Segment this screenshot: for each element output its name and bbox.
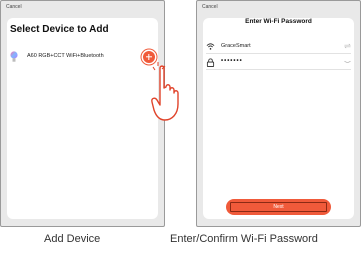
wifi-password-field[interactable]: •••••••: [206, 57, 351, 70]
eye-hidden-icon[interactable]: [344, 59, 351, 65]
device-name: A60 RGB+CCT WiFi+Bluetooth: [27, 53, 104, 59]
cancel-link[interactable]: Cancel: [202, 4, 218, 10]
device-list-item[interactable]: A60 RGB+CCT WiFi+Bluetooth: [10, 51, 155, 63]
wifi-password-caption: Enter/Confirm Wi-Fi Password: [170, 233, 318, 245]
wifi-icon: [206, 43, 215, 50]
next-button[interactable]: Next: [227, 200, 330, 214]
wifi-network-name: GraceSmart: [221, 43, 251, 49]
add-device-caption: Add Device: [44, 233, 101, 245]
wifi-password-value: •••••••: [221, 58, 243, 64]
lock-icon: [206, 58, 215, 67]
wifi-network-field[interactable]: GraceSmart: [206, 41, 351, 54]
switch-network-icon[interactable]: [344, 43, 351, 49]
device-sheet: [7, 18, 158, 219]
next-button-label: Next: [273, 204, 284, 210]
cancel-link[interactable]: Cancel: [6, 4, 22, 10]
page-title: Enter Wi-Fi Password: [245, 18, 312, 25]
wifi-password-screen: Cancel Enter Wi-Fi Password GraceSmart •…: [196, 0, 361, 227]
hand-pointer-icon: [151, 62, 179, 121]
light-bulb-icon: [10, 51, 18, 62]
page-title: Select Device to Add: [10, 24, 109, 35]
